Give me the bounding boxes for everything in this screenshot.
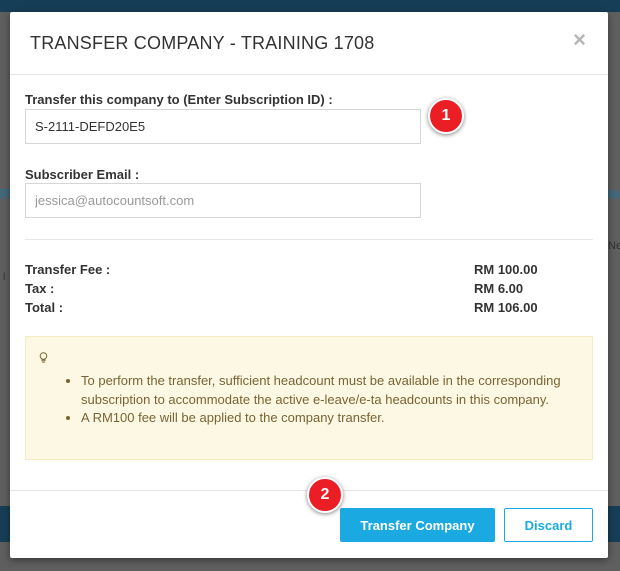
step-badge-1: 1 — [428, 98, 464, 134]
transfer-fee-value: RM 100.00 — [474, 262, 538, 277]
note-item: To perform the transfer, sufficient head… — [81, 372, 586, 409]
transfer-company-modal: TRANSFER COMPANY - TRAINING 1708 × Trans… — [10, 12, 608, 558]
note-item: A RM100 fee will be applied to the compa… — [81, 409, 586, 428]
transfer-company-button[interactable]: Transfer Company — [340, 508, 495, 542]
subscriber-email-label: Subscriber Email : — [25, 167, 140, 182]
step-badge-2: 2 — [307, 477, 343, 513]
modal-header: TRANSFER COMPANY - TRAINING 1708 × — [10, 12, 608, 75]
tax-label: Tax : — [25, 281, 55, 296]
close-icon[interactable]: × — [573, 29, 586, 51]
background-text-right: NC — [608, 186, 620, 202]
info-note: To perform the transfer, sufficient head… — [25, 336, 593, 460]
section-divider — [25, 239, 593, 240]
tax-value: RM 6.00 — [474, 281, 524, 296]
background-text-left-2: l — [3, 272, 6, 283]
total-value: RM 106.00 — [474, 300, 538, 315]
subscription-id-label: Transfer this company to (Enter Subscrip… — [25, 92, 333, 107]
subscription-id-input[interactable] — [25, 109, 421, 144]
subscriber-email-input[interactable] — [25, 183, 421, 218]
note-list: To perform the transfer, sufficient head… — [63, 372, 586, 428]
discard-button[interactable]: Discard — [504, 508, 593, 542]
background-text-right-2: Ne — [608, 240, 620, 252]
background-app-header — [0, 0, 620, 12]
transfer-fee-label: Transfer Fee : — [25, 262, 111, 277]
total-label: Total : — [25, 300, 64, 315]
modal-title: TRANSFER COMPANY - TRAINING 1708 — [30, 33, 375, 53]
lightbulb-icon — [39, 352, 48, 363]
